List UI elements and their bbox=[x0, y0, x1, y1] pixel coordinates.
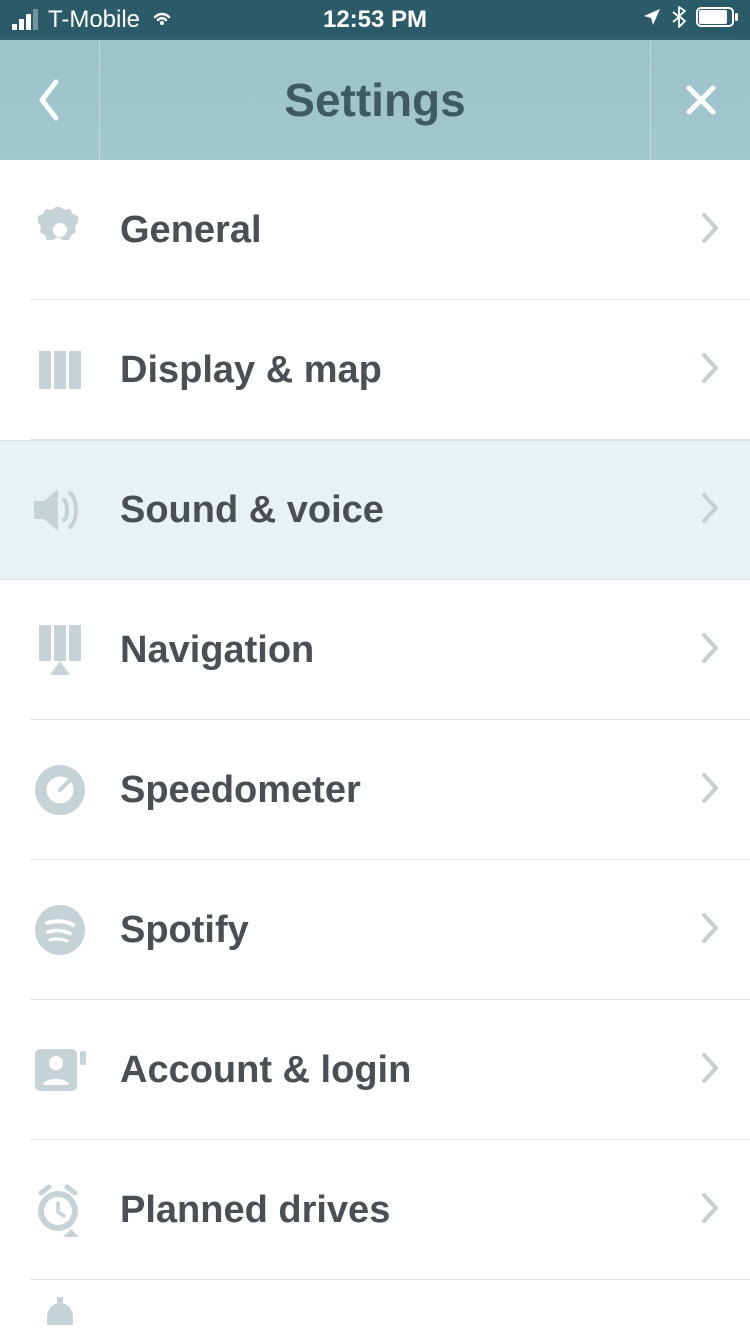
map-icon bbox=[30, 340, 90, 400]
bluetooth-icon bbox=[672, 6, 686, 35]
settings-item-navigation[interactable]: Navigation bbox=[0, 580, 750, 720]
settings-item-label: Display & map bbox=[120, 349, 700, 392]
page-title: Settings bbox=[100, 73, 650, 127]
settings-item-planned-drives[interactable]: Planned drives bbox=[0, 1140, 750, 1280]
clock-icon bbox=[30, 1180, 90, 1240]
settings-item-label: Navigation bbox=[120, 629, 700, 672]
settings-item-sound-voice[interactable]: Sound & voice bbox=[0, 440, 750, 580]
chevron-right-icon bbox=[700, 631, 720, 670]
chevron-right-icon bbox=[700, 351, 720, 390]
battery-icon bbox=[696, 6, 738, 34]
account-icon bbox=[30, 1040, 90, 1100]
chevron-right-icon bbox=[700, 211, 720, 250]
chevron-left-icon bbox=[36, 78, 64, 122]
gear-icon bbox=[30, 200, 90, 260]
settings-item-label: Sound & voice bbox=[120, 489, 700, 532]
settings-item-display-map[interactable]: Display & map bbox=[0, 300, 750, 440]
settings-item-speedometer[interactable]: Speedometer bbox=[0, 720, 750, 860]
settings-item-label: Account & login bbox=[120, 1049, 700, 1092]
back-button[interactable] bbox=[0, 40, 100, 160]
settings-item-next[interactable] bbox=[0, 1280, 750, 1334]
status-time: 12:53 PM bbox=[254, 6, 496, 34]
wifi-icon bbox=[150, 6, 174, 34]
chevron-right-icon bbox=[700, 911, 720, 950]
settings-item-label: Speedometer bbox=[120, 769, 700, 812]
settings-item-label: General bbox=[120, 209, 700, 252]
chevron-right-icon bbox=[700, 491, 720, 530]
location-icon bbox=[642, 6, 662, 34]
close-icon bbox=[683, 82, 719, 118]
bell-icon bbox=[30, 1280, 90, 1334]
navigation-icon bbox=[30, 620, 90, 680]
settings-item-label: Planned drives bbox=[120, 1189, 700, 1232]
carrier-label: T-Mobile bbox=[48, 6, 140, 34]
gauge-icon bbox=[30, 760, 90, 820]
close-button[interactable] bbox=[650, 40, 750, 160]
nav-bar: Settings bbox=[0, 40, 750, 160]
status-right bbox=[496, 6, 738, 35]
settings-list: General Display & map Sound & voice bbox=[0, 160, 750, 1334]
spotify-icon bbox=[30, 900, 90, 960]
status-left: T-Mobile bbox=[12, 6, 254, 34]
chevron-right-icon bbox=[700, 1051, 720, 1090]
settings-item-label: Spotify bbox=[120, 909, 700, 952]
chevron-right-icon bbox=[700, 771, 720, 810]
chevron-right-icon bbox=[700, 1191, 720, 1230]
settings-item-account-login[interactable]: Account & login bbox=[0, 1000, 750, 1140]
settings-item-general[interactable]: General bbox=[0, 160, 750, 300]
settings-item-spotify[interactable]: Spotify bbox=[0, 860, 750, 1000]
signal-strength-icon bbox=[12, 10, 38, 30]
status-bar: T-Mobile 12:53 PM bbox=[0, 0, 750, 40]
speaker-icon bbox=[30, 480, 90, 540]
